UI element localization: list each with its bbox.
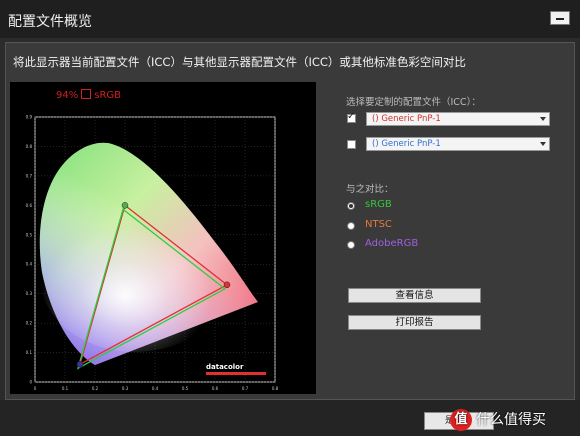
x-tick-label: 0.7 [242,386,249,391]
compare-label: 与之对比： [346,184,394,195]
profile-select-label: 选择要定制的配置文件（ICC）： [346,97,481,108]
y-tick-label: 0.9 [26,115,33,120]
x-tick-label: 0 [34,386,37,391]
radio-ntsc-label[interactable]: NTSC [365,219,392,230]
y-tick-label: 0.5 [26,232,33,237]
chevron-down-icon [540,117,546,121]
print-report-button[interactable]: 打印报告 [348,315,481,330]
brand-label: datacolor [206,363,244,371]
watermark: 值什么值得买 [450,404,580,436]
primary-vertex-marker [223,281,231,289]
x-tick-label: 0.2 [92,386,99,391]
y-tick-label: 0 [29,380,32,385]
primary-vertex-marker [76,361,84,368]
view-info-button[interactable]: 查看信息 [348,288,481,303]
y-tick-label: 0.4 [26,262,33,267]
radio-ntsc[interactable] [347,222,355,230]
profile2-select[interactable]: () Generic PnP-1 [366,137,550,151]
y-tick-label: 0.6 [26,203,33,208]
radio-adobergb[interactable] [347,241,355,249]
y-tick-label: 0.1 [26,350,33,355]
profile2-value: () Generic PnP-1 [372,139,441,149]
profile1-value: () Generic PnP-1 [372,114,441,124]
page-subtitle: 将此显示器当前配置文件（ICC）与其他显示器配置文件（ICC）或其他标准色彩空间… [13,55,466,69]
brand-bar [206,372,266,375]
window-title: 配置文件概览 [8,14,92,30]
profile1-select[interactable]: () Generic PnP-1 [366,112,550,126]
watermark-logo: 值 [450,409,472,431]
cie-chart-area: 0 0.1 0.2 0.3 0.4 0.5 0.6 0.7 0.8 0.9 0.8 0.7 0.6 0.5… [10,82,316,394]
x-tick-label: 0.8 [272,386,279,391]
legend-percent: 94% [56,90,79,101]
x-tick-label: 0.1 [62,386,69,391]
settings-column [316,82,569,394]
profile1-checkbox[interactable] [347,111,356,123]
primary-vertex-marker [121,202,129,209]
y-tick-label: 0.2 [26,321,33,326]
chevron-down-icon [540,142,546,146]
x-tick-label: 0.3 [122,386,129,391]
radio-srgb[interactable] [347,202,355,210]
watermark-text: 什么值得买 [476,412,546,428]
radio-srgb-label[interactable]: sRGB [365,199,392,210]
radio-adobergb-label[interactable]: AdobeRGB [365,238,418,249]
profile2-checkbox[interactable] [347,140,356,149]
y-tick-label: 0.8 [26,144,33,149]
y-tick-label: 0.3 [26,291,33,296]
legend-swatch [81,89,92,99]
cie-diagram: 0 0.1 0.2 0.3 0.4 0.5 0.6 0.7 0.8 0.9 0.8 0.7 0.6 0.5… [26,115,279,392]
legend-name: sRGB [94,90,122,101]
x-tick-label: 0.4 [152,386,159,391]
x-tick-label: 0.6 [212,386,219,391]
x-tick-label: 0.5 [182,386,189,391]
minimize-button[interactable] [550,11,570,25]
chart-legend: 94% sRGB [56,89,121,101]
white-point-glow [40,202,230,352]
y-tick-label: 0.7 [26,173,33,178]
